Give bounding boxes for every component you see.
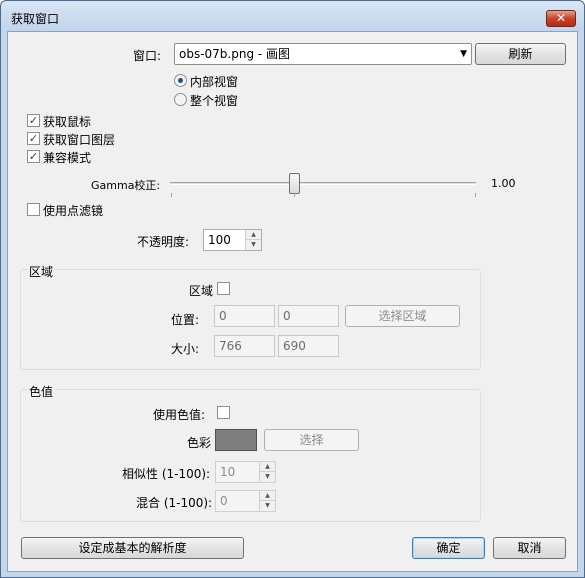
radio-inner-window-label: 内部视窗 <box>190 75 239 89</box>
blend-value: 0 <box>220 494 228 508</box>
gamma-label: Gamma校正: <box>91 179 161 192</box>
set-base-resolution-button[interactable]: 设定成基本的解析度 <box>21 537 244 559</box>
region-group-title: 区域 <box>27 263 56 280</box>
window-select[interactable]: obs-07b.png - 画图 ▼ <box>174 43 472 65</box>
use-color-key-checkbox[interactable] <box>217 406 230 419</box>
down-arrow-icon[interactable]: ▼ <box>246 240 261 250</box>
position-x-field[interactable]: 0 <box>214 305 275 327</box>
blend-stepper[interactable]: ▲ ▼ <box>259 491 275 511</box>
gamma-tick <box>475 193 476 197</box>
gamma-slider-track[interactable] <box>170 182 476 185</box>
radio-inner-window[interactable] <box>174 74 187 87</box>
down-arrow-icon[interactable]: ▼ <box>260 501 275 511</box>
cancel-button[interactable]: 取消 <box>493 537 566 559</box>
gamma-tick <box>171 193 172 197</box>
opacity-stepper[interactable]: ▲ ▼ <box>245 230 261 250</box>
similarity-label: 相似性 (1-100): <box>122 467 211 481</box>
dialog-window: 获取窗口 ✕ 窗口: obs-07b.png - 画图 ▼ 刷新 内部视窗 整个… <box>0 0 585 578</box>
down-arrow-icon[interactable]: ▼ <box>260 472 275 482</box>
radio-whole-window[interactable] <box>174 93 187 106</box>
size-label: 大小: <box>171 342 200 356</box>
select-color-button[interactable]: 选择 <box>264 429 359 451</box>
compat-mode-checkbox[interactable]: ✓ <box>27 150 40 163</box>
compat-mode-label: 兼容模式 <box>43 151 92 165</box>
refresh-button[interactable]: 刷新 <box>475 43 566 65</box>
up-arrow-icon[interactable]: ▲ <box>260 491 275 501</box>
radio-whole-window-label: 整个视窗 <box>190 94 239 108</box>
window-select-value: obs-07b.png - 画图 <box>179 47 291 61</box>
capture-layers-label: 获取窗口图层 <box>43 133 116 147</box>
position-y-field[interactable]: 0 <box>278 305 339 327</box>
gamma-value: 1.00 <box>491 177 516 190</box>
use-color-key-label: 使用色值: <box>153 408 206 422</box>
capture-mouse-label: 获取鼠标 <box>43 115 92 129</box>
blend-spinbox[interactable]: 0 ▲ ▼ <box>215 490 276 512</box>
gamma-tick <box>294 193 295 197</box>
color-label: 色彩 <box>187 436 212 450</box>
title-bar[interactable]: 获取窗口 ✕ <box>1 1 584 31</box>
blend-label: 混合 (1-100): <box>136 496 213 510</box>
size-width-field[interactable]: 766 <box>214 335 275 357</box>
close-button[interactable]: ✕ <box>546 10 576 27</box>
ok-button[interactable]: 确定 <box>412 537 485 559</box>
window-label: 窗口: <box>133 49 162 63</box>
opacity-label: 不透明度: <box>137 235 190 249</box>
close-icon: ✕ <box>555 11 567 25</box>
dialog-body: 窗口: obs-07b.png - 画图 ▼ 刷新 内部视窗 整个视窗 ✓ 获取… <box>7 31 578 572</box>
similarity-spinbox[interactable]: 10 ▲ ▼ <box>215 461 276 483</box>
size-height-field[interactable]: 690 <box>278 335 339 357</box>
window-title: 获取窗口 <box>11 12 60 26</box>
up-arrow-icon[interactable]: ▲ <box>246 230 261 240</box>
chevron-down-icon: ▼ <box>460 49 467 59</box>
up-arrow-icon[interactable]: ▲ <box>260 462 275 472</box>
point-filter-label: 使用点滤镜 <box>43 204 104 218</box>
region-enable-checkbox[interactable] <box>217 282 230 295</box>
position-label: 位置: <box>171 313 200 327</box>
opacity-value: 100 <box>208 233 231 247</box>
capture-mouse-checkbox[interactable]: ✓ <box>27 114 40 127</box>
point-filter-checkbox[interactable] <box>27 203 40 216</box>
select-region-button[interactable]: 选择区域 <box>345 305 460 327</box>
gamma-slider-thumb[interactable] <box>289 173 300 194</box>
capture-layers-checkbox[interactable]: ✓ <box>27 132 40 145</box>
similarity-stepper[interactable]: ▲ ▼ <box>259 462 275 482</box>
region-enable-label: 区域 <box>189 284 214 298</box>
color-key-group-title: 色值 <box>27 383 56 400</box>
color-swatch[interactable] <box>215 429 257 451</box>
similarity-value: 10 <box>220 465 236 479</box>
opacity-spinbox[interactable]: 100 ▲ ▼ <box>203 229 262 251</box>
